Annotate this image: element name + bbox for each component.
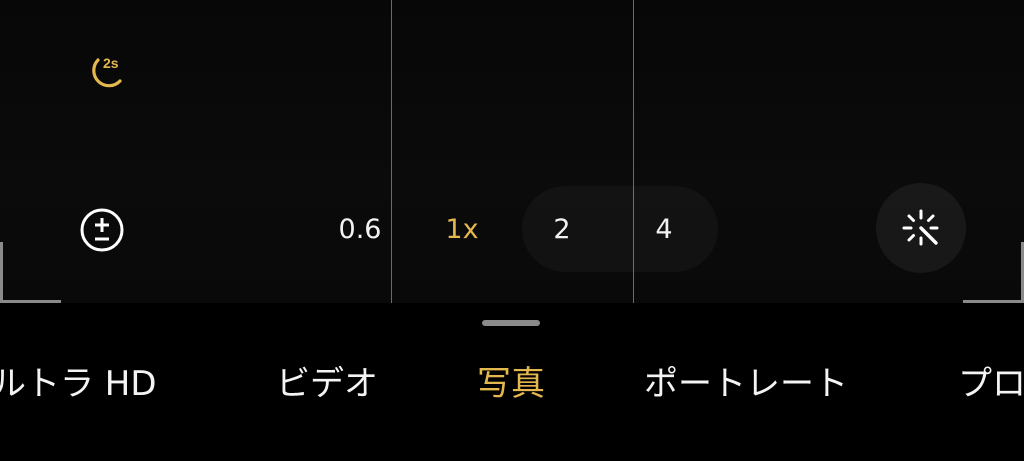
magic-wand-icon [902, 209, 939, 246]
effects-button[interactable] [876, 183, 966, 273]
camera-viewfinder[interactable]: 2s 0.6 1x 2 4 [0, 0, 1024, 303]
mode-pro[interactable]: プロ [958, 361, 1024, 407]
frame-corner-bottom-right [963, 242, 1024, 303]
zoom-2-button[interactable]: 2 [540, 210, 584, 250]
night-timer-label: 2s [103, 55, 119, 71]
mode-portrait[interactable]: ポートレート [644, 361, 848, 407]
mode-selector-bar: ルトラ HD ビデオ 写真 ポートレート プロ [0, 303, 1024, 461]
zoom-4-button[interactable]: 4 [642, 210, 686, 250]
drawer-handle[interactable] [482, 320, 540, 326]
zoom-1x-button[interactable]: 1x [430, 210, 494, 250]
mode-photo[interactable]: 写真 [477, 361, 545, 407]
mode-video[interactable]: ビデオ [276, 361, 378, 407]
grid-line-left [391, 0, 392, 303]
exposure-button[interactable] [78, 206, 126, 254]
exposure-plus-minus-icon [80, 208, 124, 252]
night-mode-button[interactable]: 2s [76, 52, 128, 98]
moon-icon: 2s [92, 55, 122, 88]
mode-ultra-hd[interactable]: ルトラ HD [0, 361, 157, 407]
zoom-0-6-button[interactable]: 0.6 [326, 210, 394, 250]
frame-corner-bottom-left [0, 242, 61, 303]
